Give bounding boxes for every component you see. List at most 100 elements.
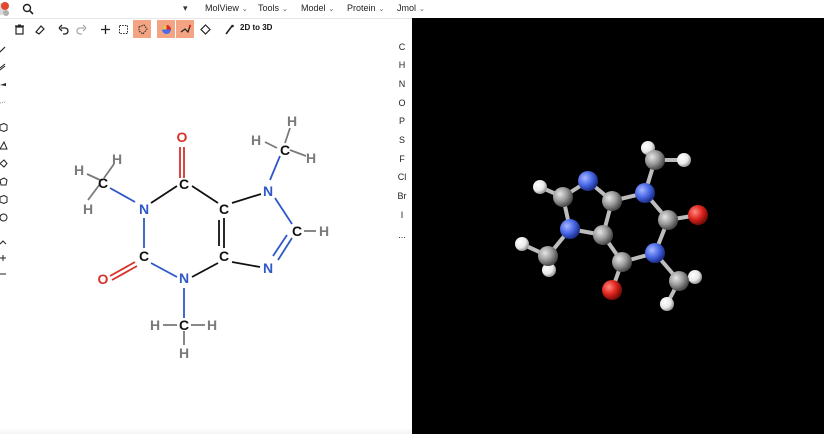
bond [269,155,281,181]
bond [264,141,278,149]
bond-single-icon[interactable] [0,45,8,54]
menu-protein[interactable]: Protein ⌄ [347,3,384,13]
clean-icon[interactable] [220,20,238,38]
carbon-atom [658,210,678,230]
bond-hash-icon[interactable] [0,98,8,107]
carbon-atom [645,150,665,170]
skeletal-mode-icon[interactable] [176,20,194,38]
element-button-i[interactable]: I [393,206,411,224]
atom-label: H [319,223,329,239]
chain-icon[interactable] [0,238,8,247]
bond-double-icon[interactable] [0,62,8,71]
rect-select-icon[interactable] [114,20,132,38]
element-button-c[interactable]: C [393,38,411,56]
trash-icon[interactable] [10,20,28,38]
left-tool-column [0,40,10,300]
search-dropdown-icon[interactable]: ▾ [183,3,188,14]
chevron-down-icon: ⌄ [241,6,248,13]
2d-to-3d-button[interactable]: 2D to 3D [240,23,272,32]
eraser-icon[interactable] [30,20,48,38]
element-button-o[interactable]: O [393,94,411,112]
bond [191,262,219,278]
atom-label: C [179,317,189,333]
element-button-h[interactable]: H [393,56,411,74]
center-icon[interactable] [196,20,214,38]
element-button-n[interactable]: N [393,75,411,93]
cyclopropane-icon[interactable] [0,141,8,150]
atom-label: C [98,175,108,191]
carbon-atom [553,187,573,207]
menu-tools[interactable]: Tools ⌄ [258,3,288,13]
bond [191,185,219,204]
hydrogen-atom [515,237,529,251]
atom-label: O [177,129,188,145]
bond [274,197,293,225]
atom-label: H [179,345,189,361]
atom-label: C [219,201,229,217]
atom-label: H [251,132,261,148]
atom-label: H [306,150,316,166]
atom-label: H [112,151,122,167]
oxygen-atom [602,280,622,300]
nitrogen-atom [560,219,580,239]
bond-wedge-icon[interactable] [0,80,8,89]
carbon-atom [538,246,558,266]
atom-label: O [98,271,109,287]
atom-label: C [292,223,302,239]
chevron-down-icon: ⌄ [419,6,425,13]
cyclopentane-icon[interactable] [0,177,8,186]
atom-label: N [263,260,273,276]
cyclohexane-icon[interactable] [0,195,8,204]
chevron-down-icon: ⌄ [378,6,385,13]
sketch-canvas[interactable]: O C C N C H H H H H H N C C C N H N H H … [12,40,392,434]
cyclobutane-icon[interactable] [0,159,8,168]
charge-minus-icon[interactable] [0,270,8,279]
lasso-select-icon[interactable] [133,20,151,38]
redo-icon[interactable] [72,20,90,38]
bond [284,127,291,144]
atom-label: C [139,248,149,264]
element-button-more[interactable]: ... [393,226,411,244]
bond [289,149,307,157]
sketcher-toolbar: 2D to 3D [0,18,412,40]
carbon-atom [593,225,613,245]
element-button-cl[interactable]: Cl [393,168,411,186]
element-button-f[interactable]: F [393,150,411,168]
atom-label: C [280,142,290,158]
element-button-p[interactable]: P [393,112,411,130]
hydrogen-atom [677,153,691,167]
bond [231,193,262,204]
menu-molview[interactable]: MolView ⌄ [205,3,248,13]
element-button-s[interactable]: S [393,131,411,149]
element-button-br[interactable]: Br [393,187,411,205]
bond [231,261,261,268]
3d-viewer[interactable] [412,18,824,434]
bond [150,185,178,204]
atom-label: H [287,113,297,129]
undo-icon[interactable] [54,20,72,38]
cycloheptane-icon[interactable] [0,213,8,222]
bond [150,262,178,278]
carbon-atom [602,191,622,211]
nitrogen-atom [578,171,598,191]
benzene-icon[interactable] [0,123,8,132]
chevron-down-icon: ⌄ [328,6,335,13]
move-icon[interactable] [96,20,114,38]
nitrogen-atom [635,183,655,203]
atom-label: C [179,176,189,192]
atom-label: H [207,317,217,333]
nitrogen-atom [645,243,665,263]
atom-label: N [263,183,273,199]
molview-logo[interactable] [0,1,10,17]
atom-label: H [150,317,160,333]
atom-label: N [179,270,189,286]
bond [277,237,293,261]
carbon-atom [669,271,689,291]
chevron-down-icon: ⌄ [282,6,288,13]
menu-jmol[interactable]: Jmol ⌄ [397,3,425,13]
charge-plus-icon[interactable] [0,254,8,263]
search-icon[interactable] [22,3,34,15]
color-mode-icon[interactable] [157,20,175,38]
menu-model[interactable]: Model ⌄ [301,3,334,13]
bond [272,234,288,257]
